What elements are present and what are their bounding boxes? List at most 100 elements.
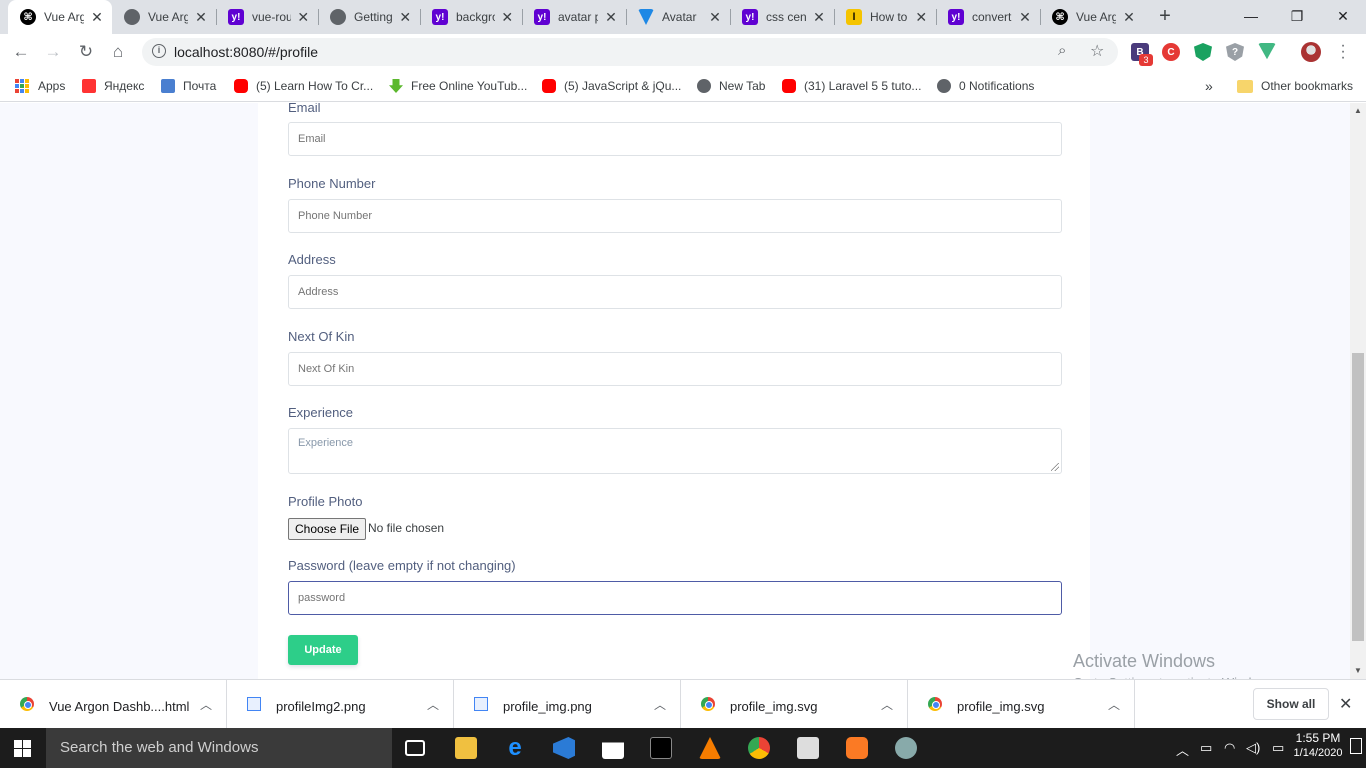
- close-icon[interactable]: ✕: [297, 9, 310, 26]
- home-icon[interactable]: ⌂: [107, 41, 129, 63]
- download-icon: [389, 79, 403, 93]
- file-explorer-icon[interactable]: [455, 737, 477, 759]
- download-item[interactable]: profile_img.svg ︿: [908, 680, 1135, 729]
- bookmark-label: Free Online YouTub...: [411, 79, 528, 93]
- tab-how-to[interactable]: l How to ✕: [834, 0, 936, 34]
- back-arrow-icon[interactable]: ←: [10, 41, 32, 63]
- close-icon[interactable]: ✕: [399, 9, 412, 26]
- address-field[interactable]: [288, 275, 1062, 309]
- bookmark-learn-how[interactable]: (5) Learn How To Cr...: [234, 77, 373, 95]
- bookmark-yandex[interactable]: Яндекс: [82, 77, 144, 95]
- tray-chevron-up-icon[interactable]: ︿: [1176, 740, 1189, 759]
- bookmark-new-tab[interactable]: New Tab: [697, 77, 765, 95]
- menu-kebab-icon[interactable]: · · ·: [1338, 38, 1348, 66]
- close-icon[interactable]: ✕: [90, 9, 104, 26]
- battery-icon[interactable]: ▭: [1200, 740, 1212, 756]
- volume-icon[interactable]: ◁): [1246, 740, 1260, 756]
- bookmark-javascript[interactable]: (5) JavaScript & jQu...: [542, 77, 681, 95]
- reload-icon[interactable]: ↻: [75, 41, 97, 63]
- help-shield-icon[interactable]: ?: [1226, 43, 1244, 61]
- email-field[interactable]: [288, 122, 1062, 156]
- scrollbar-thumb[interactable]: [1352, 353, 1364, 641]
- file-status: No file chosen: [368, 521, 445, 535]
- chevron-up-icon[interactable]: ︿: [1108, 696, 1120, 713]
- download-item[interactable]: profile_img.png ︿: [454, 680, 681, 729]
- close-icon[interactable]: ✕: [194, 9, 208, 26]
- new-tab-button[interactable]: +: [1155, 6, 1175, 26]
- bookmark-mail[interactable]: Почта: [161, 77, 216, 95]
- close-icon[interactable]: ✕: [812, 9, 826, 26]
- profile-avatar[interactable]: [1301, 42, 1321, 62]
- download-item[interactable]: profile_img.svg ︿: [681, 680, 908, 729]
- film-clapper-icon[interactable]: [797, 737, 819, 759]
- tab-vue-argon-2[interactable]: Vue Argon Dashboard ✕: [112, 0, 216, 34]
- edge-icon[interactable]: e: [504, 736, 526, 760]
- tab-css-center[interactable]: y! css center ✕: [730, 0, 834, 34]
- close-icon[interactable]: ✕: [915, 9, 928, 26]
- tab-vue-argon-3[interactable]: ⌘ Vue Argon Dashboard ✕: [1040, 0, 1144, 34]
- close-icon[interactable]: ✕: [1018, 9, 1032, 26]
- wifi-icon[interactable]: ◠: [1224, 740, 1235, 756]
- scroll-down-icon[interactable]: ▼: [1353, 666, 1363, 676]
- tab-vue-router[interactable]: y! vue-router ✕: [216, 0, 318, 34]
- tab-background[interactable]: y! background ✕: [420, 0, 522, 34]
- tab-avatar[interactable]: Avatar ✕: [626, 0, 730, 34]
- bookmark-other[interactable]: Other bookmarks: [1237, 77, 1353, 95]
- keyboard-icon[interactable]: ▭: [1272, 740, 1284, 756]
- bookmark-notifications[interactable]: 0 Notifications: [937, 77, 1034, 95]
- action-center-icon[interactable]: [1350, 738, 1362, 754]
- tab-getting-started[interactable]: Getting Started ✕: [318, 0, 420, 34]
- address-url[interactable]: localhost:8080/#/profile: [174, 44, 318, 60]
- info-icon[interactable]: i: [152, 44, 166, 58]
- scroll-up-icon[interactable]: ▲: [1353, 106, 1363, 116]
- chevron-up-icon[interactable]: ︿: [654, 696, 666, 713]
- close-icon[interactable]: ✕: [1122, 9, 1136, 26]
- close-shelf-icon[interactable]: ✕: [1339, 694, 1352, 714]
- bookmark-youtube-downloader[interactable]: Free Online YouTub...: [389, 77, 527, 95]
- xampp-icon[interactable]: [846, 737, 868, 759]
- close-icon[interactable]: ✕: [604, 9, 618, 26]
- minimize-button[interactable]: —: [1228, 4, 1274, 28]
- update-button[interactable]: Update: [288, 635, 358, 665]
- zoom-icon[interactable]: ⌕: [1058, 42, 1066, 59]
- download-item[interactable]: profileImg2.png ︿: [227, 680, 454, 729]
- extension-red-icon[interactable]: C: [1162, 43, 1180, 61]
- taskbar-search[interactable]: Search the web and Windows: [46, 728, 392, 768]
- vue-devtools-icon[interactable]: [1258, 43, 1276, 60]
- resize-handle-icon[interactable]: [1051, 463, 1059, 471]
- tab-convert[interactable]: y! convert ✕: [936, 0, 1040, 34]
- forward-arrow-icon[interactable]: →: [42, 41, 64, 63]
- avast-icon[interactable]: [699, 737, 721, 759]
- shield-icon[interactable]: [1194, 43, 1212, 61]
- tab-vue-argon-active[interactable]: ⌘ Vue Argon Dashboard ✕: [8, 0, 112, 34]
- page-scrollbar[interactable]: ▲ ▼: [1350, 103, 1366, 679]
- chevron-up-icon[interactable]: ︿: [200, 696, 212, 713]
- bookmark-laravel[interactable]: (31) Laravel 5 5 tuto...: [782, 77, 921, 95]
- paint-palette-icon[interactable]: [895, 737, 917, 759]
- show-all-downloads-button[interactable]: Show all: [1253, 688, 1329, 720]
- task-view-icon[interactable]: [405, 740, 425, 756]
- password-field[interactable]: [288, 581, 1062, 615]
- close-window-button[interactable]: ✕: [1320, 4, 1366, 28]
- chevron-up-icon[interactable]: ︿: [881, 696, 893, 713]
- experience-textarea[interactable]: Experience: [288, 428, 1062, 474]
- chrome-taskbar-icon[interactable]: [748, 737, 770, 759]
- vscode-icon[interactable]: [553, 737, 575, 759]
- bookmarks-overflow[interactable]: »: [1205, 77, 1213, 95]
- choose-file-button[interactable]: Choose File: [288, 518, 367, 540]
- store-icon[interactable]: [602, 742, 624, 759]
- terminal-icon[interactable]: [650, 737, 672, 759]
- download-item[interactable]: Vue Argon Dashb....html ︿: [0, 680, 227, 729]
- close-icon[interactable]: ✕: [708, 9, 722, 26]
- taskbar-clock[interactable]: 1:55 PM 1/14/2020: [1292, 731, 1344, 759]
- next-of-kin-field[interactable]: [288, 352, 1062, 386]
- tab-avatar-placeholder[interactable]: y! avatar placeholder ✕: [522, 0, 626, 34]
- bookmark-star-icon[interactable]: ☆: [1090, 41, 1104, 61]
- windows-start-icon[interactable]: [14, 740, 31, 757]
- bookmark-apps[interactable]: Apps: [15, 77, 65, 95]
- maximize-button[interactable]: ❐: [1274, 4, 1320, 28]
- close-icon[interactable]: ✕: [501, 9, 514, 26]
- phone-field[interactable]: [288, 199, 1062, 233]
- chevron-up-icon[interactable]: ︿: [427, 696, 439, 713]
- address-bar[interactable]: i localhost:8080/#/profile ⌕ ☆: [142, 38, 1118, 66]
